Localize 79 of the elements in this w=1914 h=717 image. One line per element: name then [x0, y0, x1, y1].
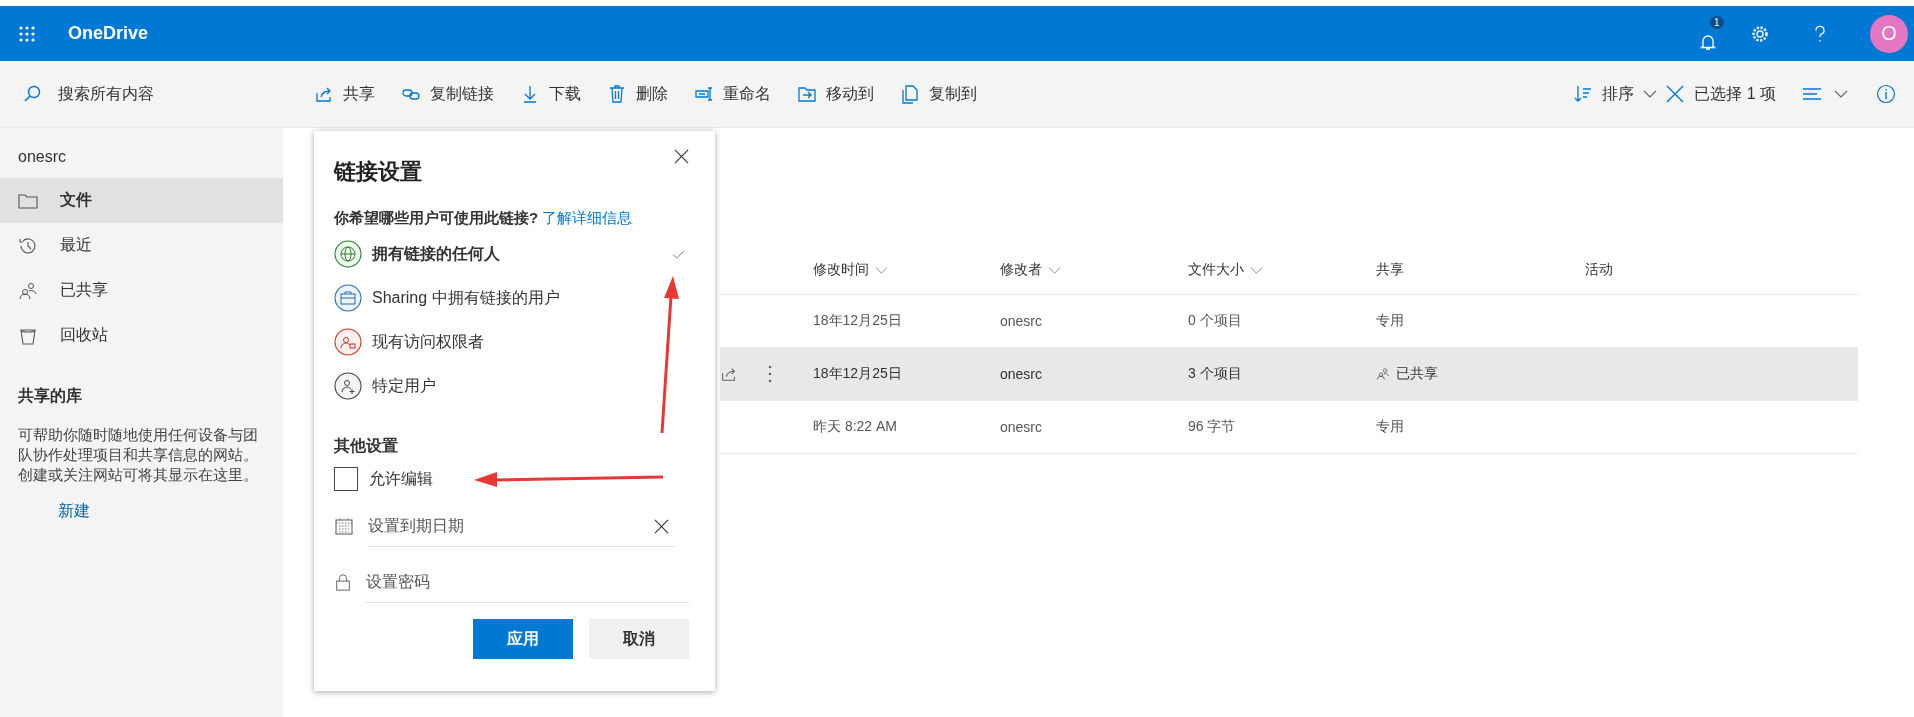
info-icon[interactable] — [1876, 84, 1896, 104]
sidebar-item[interactable]: 最近 — [0, 223, 283, 268]
settings-icon[interactable] — [1750, 23, 1770, 44]
sort-button[interactable]: 排序 — [1571, 79, 1660, 109]
briefcase-icon — [334, 284, 362, 312]
check-icon — [672, 249, 685, 259]
app-title[interactable]: OneDrive — [68, 23, 149, 44]
calendar-icon — [334, 516, 354, 536]
sidebar-item[interactable]: 回收站 — [0, 313, 283, 358]
chevron-down-icon — [1250, 265, 1263, 275]
people-add-icon — [334, 372, 362, 400]
table-row[interactable]: 昨天 8:22 AM onesrc 96 字节 专用 — [720, 401, 1858, 454]
link-option[interactable]: 现有访问权限者 — [334, 320, 689, 364]
move-icon — [797, 84, 817, 104]
people-icon — [18, 280, 38, 301]
sidebar-item[interactable]: 文件 — [0, 178, 283, 223]
table-cell-text: 0 个项目 — [1188, 312, 1243, 330]
notification-badge: 1 — [1710, 15, 1724, 29]
app-launcher-icon[interactable] — [18, 24, 36, 43]
table-cell-text: 96 字节 — [1188, 418, 1237, 436]
chevron-down-icon — [1643, 89, 1658, 99]
apply-button[interactable]: 应用 — [473, 619, 573, 659]
column-header[interactable]: 活动 — [1585, 261, 1858, 279]
column-header[interactable]: 修改者 — [1000, 261, 1188, 279]
link-option[interactable]: 拥有链接的任何人 — [334, 232, 689, 276]
column-header[interactable]: 文件大小 — [1188, 261, 1376, 279]
toolbar-button[interactable]: 下载 — [518, 79, 583, 109]
search-icon — [22, 84, 42, 104]
trash-icon — [607, 84, 627, 104]
toolbar-button[interactable]: 复制链接 — [399, 79, 496, 109]
toolbar-button[interactable]: 移动到 — [795, 79, 876, 109]
link-option[interactable]: 特定用户 — [334, 364, 689, 408]
table-cell: 专用 — [1376, 418, 1404, 436]
cancel-button[interactable]: 取消 — [589, 619, 689, 659]
table-cell-text: onesrc — [1000, 419, 1044, 435]
sort-icon — [1573, 84, 1594, 104]
table-cell-text: 昨天 8:22 AM — [813, 418, 899, 436]
notifications-button[interactable]: 1 — [1688, 15, 1728, 52]
table-cell-text: onesrc — [1000, 366, 1044, 382]
dialog-title: 链接设置 — [334, 158, 422, 186]
toolbar-button[interactable]: 复制到 — [898, 79, 979, 109]
table-cell-text: onesrc — [1000, 313, 1044, 329]
table-cell: 已共享 — [1396, 365, 1438, 383]
chevron-down-icon — [1048, 265, 1061, 275]
section-title: 其他设置 — [334, 436, 399, 456]
close-icon — [1665, 84, 1686, 104]
question-text: 你希望哪些用户可使用此链接? 了解详细信息 — [334, 209, 634, 228]
people-lock-icon — [334, 328, 362, 356]
table-cell: 专用 — [1376, 312, 1404, 330]
section-title: 共享的库 — [17, 386, 83, 406]
search-field[interactable]: 搜索所有内容 — [56, 84, 260, 104]
copy-icon — [900, 84, 920, 104]
account-name: onesrc — [17, 147, 68, 167]
new-link[interactable]: 新建 — [58, 501, 90, 522]
globe-icon — [334, 240, 362, 268]
close-icon[interactable] — [674, 149, 689, 164]
clear-icon[interactable] — [654, 518, 669, 534]
allow-edit-checkbox[interactable]: 允许编辑 — [334, 467, 433, 491]
chevron-down-icon — [1834, 89, 1848, 99]
lines-icon — [1802, 87, 1822, 101]
rename-icon — [694, 84, 714, 104]
table-row[interactable]: 18年12月25日 onesrc 3 个项目 已共享 — [720, 348, 1858, 401]
history-icon — [18, 235, 38, 256]
toolbar-button[interactable]: 删除 — [605, 79, 670, 109]
clear-selection-button[interactable]: 已选择 1 项 — [1663, 79, 1778, 109]
column-header[interactable]: 共享 — [1376, 261, 1585, 279]
sidebar-description: 可帮助你随时随地使用任何设备与团队协作处理项目和共享信息的网站。创建或关注网站可将其显示在这里。 — [18, 426, 259, 485]
table-cell-text: 3 个项目 — [1188, 365, 1243, 383]
chevron-down-icon — [875, 265, 888, 275]
lock-icon — [334, 572, 352, 592]
more-icon[interactable] — [768, 365, 772, 383]
column-header[interactable]: 修改时间 — [813, 261, 1000, 279]
toolbar-button[interactable]: 共享 — [312, 79, 377, 109]
sidebar-item[interactable]: 已共享 — [0, 268, 283, 313]
table-cell-text: 18年12月25日 — [813, 312, 903, 330]
share-icon[interactable] — [720, 365, 738, 383]
table-cell-text: 18年12月25日 — [813, 365, 903, 383]
toolbar-button[interactable]: 重命名 — [692, 79, 773, 109]
learn-more-link[interactable]: 了解详细信息 — [542, 209, 633, 226]
